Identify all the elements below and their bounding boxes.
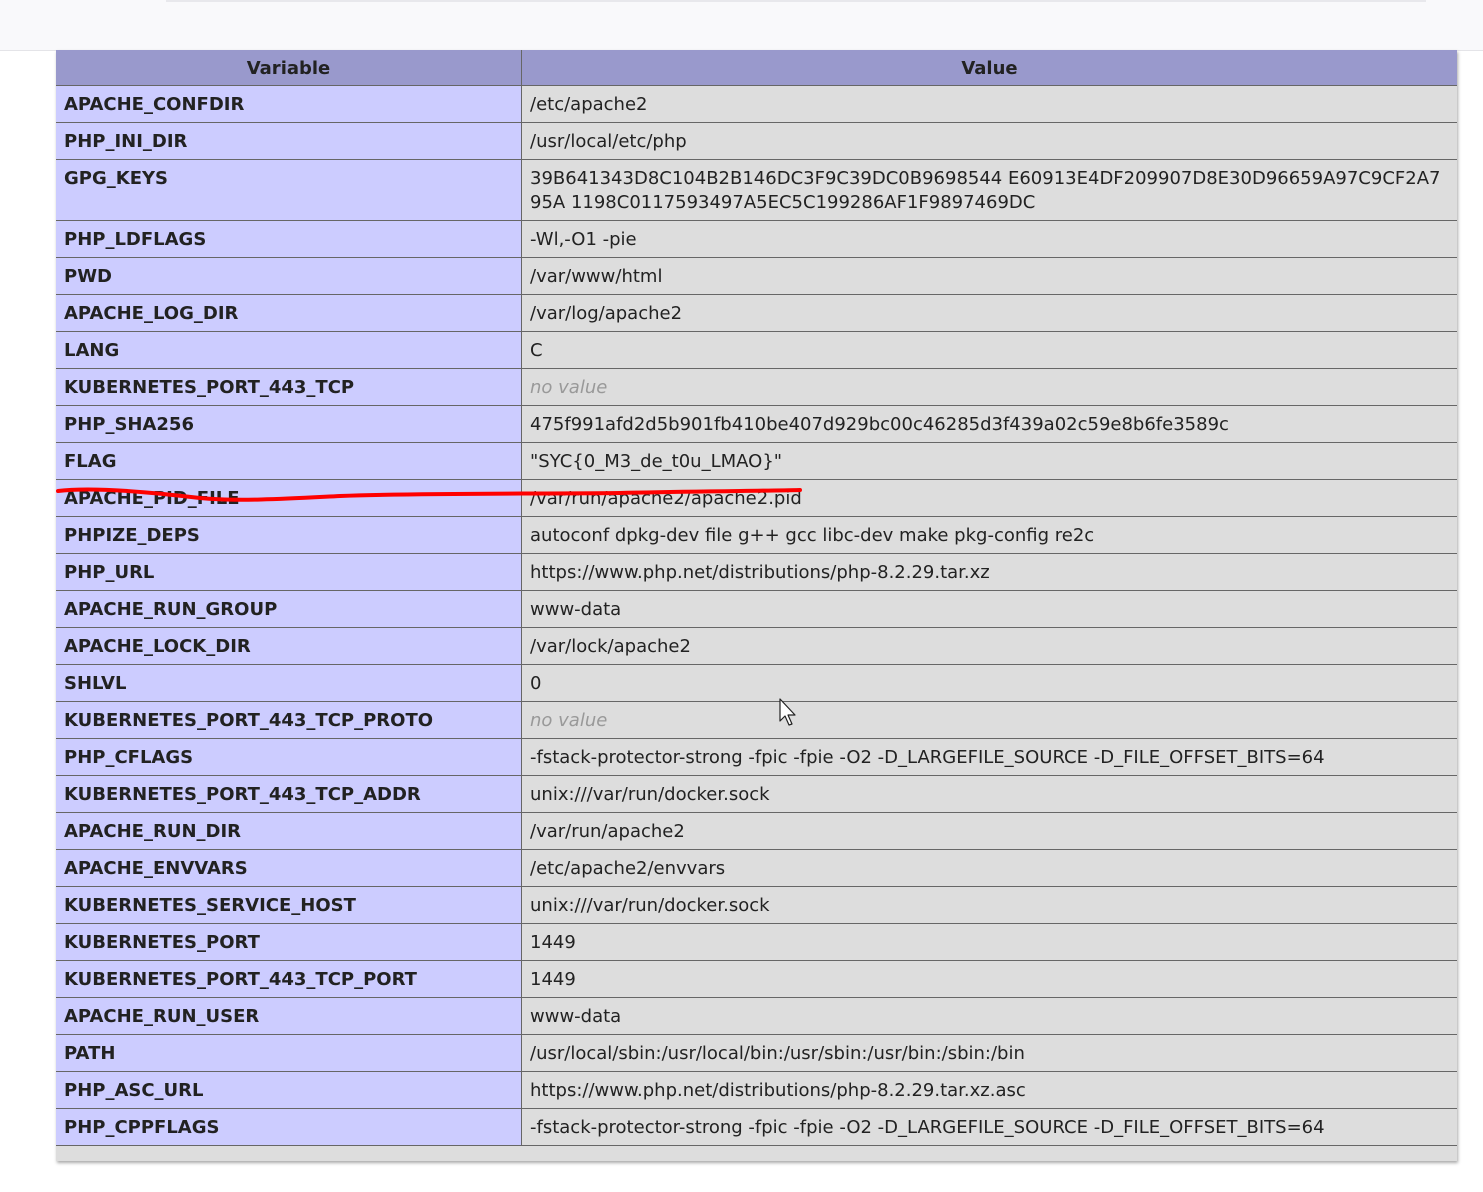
variable-value-cell: no value bbox=[522, 702, 1457, 738]
variable-name-cell: APACHE_RUN_DIR bbox=[56, 813, 522, 849]
header-variable: Variable bbox=[56, 50, 522, 86]
address-bar-edge bbox=[166, 0, 1426, 2]
variable-value-cell: 1449 bbox=[522, 961, 1457, 997]
variable-value-cell: -fstack-protector-strong -fpic -fpie -O2… bbox=[522, 739, 1457, 775]
variable-name-cell: APACHE_ENVVARS bbox=[56, 850, 522, 886]
table-row: APACHE_PID_FILE/var/run/apache2/apache2.… bbox=[56, 480, 1457, 517]
table-row: GPG_KEYS 39B641343D8C104B2B146DC3F9C39DC0… bbox=[56, 160, 1457, 221]
table-row: PHPIZE_DEPS autoconf dpkg-dev file g++ gc… bbox=[56, 517, 1457, 554]
table-row: APACHE_LOCK_DIR/var/lock/apache2 bbox=[56, 628, 1457, 665]
table-row: PWD/var/www/html bbox=[56, 258, 1457, 295]
variable-name-cell: KUBERNETES_SERVICE_HOST bbox=[56, 887, 522, 923]
variable-name-cell: APACHE_LOG_DIR bbox=[56, 295, 522, 331]
table-row: KUBERNETES_PORT_443_TCP_PROTO no value bbox=[56, 702, 1457, 739]
variable-value-cell: /var/run/apache2 bbox=[522, 813, 1457, 849]
variable-value-cell: -fstack-protector-strong -fpic -fpie -O2… bbox=[522, 1109, 1457, 1145]
table-row: PHP_CPPFLAGS -fstack-protector-strong -fp… bbox=[56, 1109, 1457, 1146]
variable-value-cell: unix:///var/run/docker.sock bbox=[522, 887, 1457, 923]
table-row: APACHE_LOG_DIR/var/log/apache2 bbox=[56, 295, 1457, 332]
variable-value-cell: /usr/local/sbin:/usr/local/bin:/usr/sbin… bbox=[522, 1035, 1457, 1071]
table-row: PATH/usr/local/sbin:/usr/local/bin:/usr/… bbox=[56, 1035, 1457, 1072]
variable-value-cell: 475f991afd2d5b901fb410be407d929bc00c4628… bbox=[522, 406, 1457, 442]
variable-name-cell: PHPIZE_DEPS bbox=[56, 517, 522, 553]
table-row: PHP_CFLAGS -fstack-protector-strong -fpic… bbox=[56, 739, 1457, 776]
table-body: PHP_VERSION8.2.29APACHE_CONFDIR/etc/apac… bbox=[56, 50, 1457, 1146]
variable-name-cell: KUBERNETES_PORT bbox=[56, 924, 522, 960]
variable-name-cell: LANG bbox=[56, 332, 522, 368]
variable-name-cell: PHP_SHA256 bbox=[56, 406, 522, 442]
variable-value-cell: no value bbox=[522, 369, 1457, 405]
variable-value-cell: /var/lock/apache2 bbox=[522, 628, 1457, 664]
table-row: APACHE_CONFDIR/etc/apache2 bbox=[56, 86, 1457, 123]
variable-value-cell: https://www.php.net/distributions/php-8.… bbox=[522, 554, 1457, 590]
variable-value-cell: unix:///var/run/docker.sock bbox=[522, 776, 1457, 812]
header-value: Value bbox=[522, 50, 1457, 86]
table-row: KUBERNETES_PORT 1449 bbox=[56, 924, 1457, 961]
variable-value-cell: "SYC{0_M3_de_t0u_LMAO}" bbox=[522, 443, 1457, 479]
variable-value-cell: /var/www/html bbox=[522, 258, 1457, 294]
variable-value-cell: /var/run/apache2/apache2.pid bbox=[522, 480, 1457, 516]
variable-value-cell: https://www.php.net/distributions/php-8.… bbox=[522, 1072, 1457, 1108]
variable-value-cell: www-data bbox=[522, 998, 1457, 1034]
table-row: FLAG "SYC{0_M3_de_t0u_LMAO}" bbox=[56, 443, 1457, 480]
variable-name-cell: PHP_URL bbox=[56, 554, 522, 590]
variable-value-cell: /var/log/apache2 bbox=[522, 295, 1457, 331]
table-row: APACHE_RUN_USER www-data bbox=[56, 998, 1457, 1035]
table-row: KUBERNETES_PORT_443_TCP no value bbox=[56, 369, 1457, 406]
variable-name-cell: PHP_ASC_URL bbox=[56, 1072, 522, 1108]
mouse-pointer-icon bbox=[779, 698, 796, 726]
variable-name-cell: GPG_KEYS bbox=[56, 160, 522, 220]
variable-name-cell: PHP_CFLAGS bbox=[56, 739, 522, 775]
variable-name-cell: KUBERNETES_PORT_443_TCP_ADDR bbox=[56, 776, 522, 812]
table-row: LANG C bbox=[56, 332, 1457, 369]
variable-value-cell: 1449 bbox=[522, 924, 1457, 960]
variable-name-cell: APACHE_LOCK_DIR bbox=[56, 628, 522, 664]
table-row: PHP_LDFLAGS -Wl,-O1 -pie bbox=[56, 221, 1457, 258]
table-row: APACHE_RUN_GROUP www-data bbox=[56, 591, 1457, 628]
variable-value-cell: 0 bbox=[522, 665, 1457, 701]
variable-name-cell: FLAG bbox=[56, 443, 522, 479]
table-row: PHP_ASC_URL https://www.php.net/distribut… bbox=[56, 1072, 1457, 1109]
variable-value-cell: -Wl,-O1 -pie bbox=[522, 221, 1457, 257]
browser-top-area bbox=[0, 0, 1483, 51]
table-row: KUBERNETES_SERVICE_HOST unix:///var/run/d… bbox=[56, 887, 1457, 924]
variable-name-cell: APACHE_RUN_GROUP bbox=[56, 591, 522, 627]
variable-name-cell: APACHE_CONFDIR bbox=[56, 86, 522, 122]
table-row: SHLVL 0 bbox=[56, 665, 1457, 702]
variable-name-cell: KUBERNETES_PORT_443_TCP bbox=[56, 369, 522, 405]
variable-name-cell: PHP_CPPFLAGS bbox=[56, 1109, 522, 1145]
variable-name-cell: KUBERNETES_PORT_443_TCP_PROTO bbox=[56, 702, 522, 738]
variable-name-cell: PATH bbox=[56, 1035, 522, 1071]
table-row: APACHE_RUN_DIR/var/run/apache2 bbox=[56, 813, 1457, 850]
table-row: PHP_INI_DIR/usr/local/etc/php bbox=[56, 123, 1457, 160]
variable-name-cell: PHP_INI_DIR bbox=[56, 123, 522, 159]
variable-value-cell: /etc/apache2/envvars bbox=[522, 850, 1457, 886]
variable-name-cell: KUBERNETES_PORT_443_TCP_PORT bbox=[56, 961, 522, 997]
table-row: APACHE_ENVVARS/etc/apache2/envvars bbox=[56, 850, 1457, 887]
table-row: KUBERNETES_PORT_443_TCP_ADDR unix:///var/… bbox=[56, 776, 1457, 813]
variable-name-cell: SHLVL bbox=[56, 665, 522, 701]
variable-value-cell: www-data bbox=[522, 591, 1457, 627]
table-header: Variable Value bbox=[56, 50, 1457, 86]
variable-value-cell: autoconf dpkg-dev file g++ gcc libc-dev … bbox=[522, 517, 1457, 553]
variable-name-cell: PHP_LDFLAGS bbox=[56, 221, 522, 257]
table-row: KUBERNETES_PORT_443_TCP_PORT 1449 bbox=[56, 961, 1457, 998]
table-row: PHP_SHA256 475f991afd2d5b901fb410be407d92… bbox=[56, 406, 1457, 443]
variable-value-cell: /etc/apache2 bbox=[522, 86, 1457, 122]
variable-name-cell: PWD bbox=[56, 258, 522, 294]
variable-value-cell: /usr/local/etc/php bbox=[522, 123, 1457, 159]
variable-name-cell: APACHE_PID_FILE bbox=[56, 480, 522, 516]
variable-name-cell: APACHE_RUN_USER bbox=[56, 998, 522, 1034]
table-row: PHP_URL https://www.php.net/distributions… bbox=[56, 554, 1457, 591]
variable-value-cell: C bbox=[522, 332, 1457, 368]
variable-value-cell: 39B641343D8C104B2B146DC3F9C39DC0B9698544… bbox=[522, 160, 1457, 220]
phpinfo-environment-table: PHP_VERSION8.2.29APACHE_CONFDIR/etc/apac… bbox=[56, 50, 1457, 1161]
